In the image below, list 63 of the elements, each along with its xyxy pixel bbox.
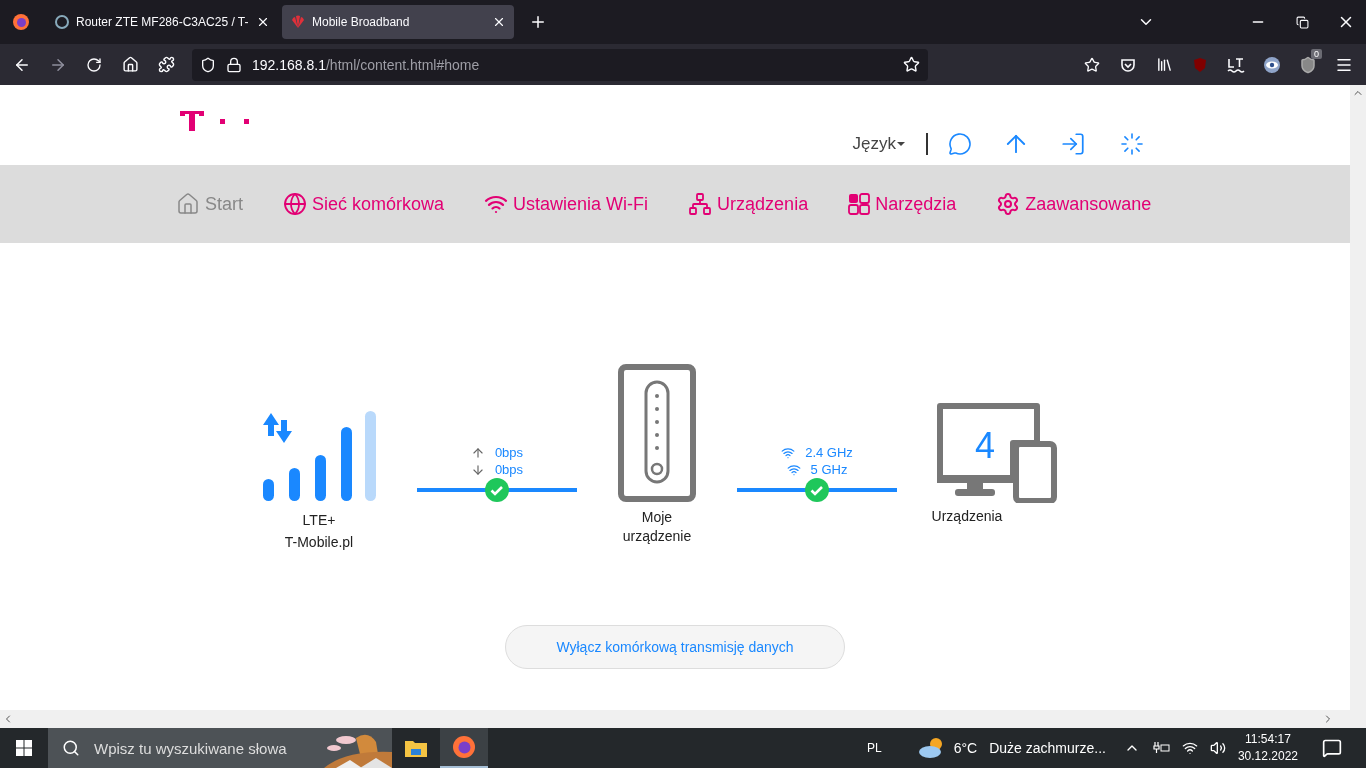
wifi-icon xyxy=(781,445,796,460)
operator-name: T-Mobile.pl xyxy=(284,533,354,552)
language-dropdown[interactable]: Język xyxy=(852,134,906,154)
temperature: 6°C xyxy=(953,740,978,756)
address-bar[interactable]: 192.168.8.1/html/content.html#home xyxy=(192,48,928,81)
notifications-icon[interactable] xyxy=(1322,738,1342,758)
firefox-button[interactable] xyxy=(440,728,488,768)
network-icon xyxy=(688,192,713,216)
settings-icon xyxy=(996,192,1021,216)
caret-icon[interactable] xyxy=(896,141,906,147)
signal-icon xyxy=(261,411,377,501)
logout-icon[interactable] xyxy=(1060,131,1086,157)
grid-icon xyxy=(848,193,871,215)
insecure-lock-icon[interactable] xyxy=(226,56,242,73)
loading-icon[interactable] xyxy=(1120,132,1144,156)
upload-rate: 0bps xyxy=(494,445,524,460)
weather-text: Duże zachmurze... xyxy=(989,740,1106,756)
check-icon xyxy=(805,478,829,502)
wifi-band-label: 2.4 GHz xyxy=(805,445,853,460)
message-icon[interactable] xyxy=(948,132,972,156)
input-language[interactable]: PL xyxy=(867,741,882,755)
flower-icon xyxy=(290,14,306,30)
search-field[interactable]: Wpisz tu wyszukiwane słowa xyxy=(92,738,304,758)
bookmark-star-icon[interactable] xyxy=(903,56,920,73)
disable-data-button[interactable]: Wyłącz komórkową transmisję danych xyxy=(505,625,845,669)
home-icon xyxy=(176,192,200,216)
firefox-icon xyxy=(452,735,476,759)
router-icon xyxy=(618,364,696,502)
check-icon xyxy=(485,478,509,502)
vertical-scrollbar[interactable] xyxy=(1350,85,1366,728)
windows-icon xyxy=(16,740,32,756)
search-icon xyxy=(62,739,80,757)
clock[interactable]: 11:54:17 30.12.2022 xyxy=(1237,731,1298,765)
wifi-tray-icon[interactable] xyxy=(1181,740,1198,756)
shield-icon[interactable] xyxy=(200,56,216,73)
devices-icon xyxy=(937,403,1057,503)
browser-tab[interactable]: Router ZTE MF286-C3AC25 / T- xyxy=(46,5,278,39)
volume-icon[interactable] xyxy=(1209,740,1226,756)
nav-item[interactable]: Ustawienia Wi-Fi xyxy=(484,192,649,216)
url-text: 192.168.8.1/html/content.html#home xyxy=(252,56,480,73)
wifi-icon xyxy=(786,462,801,477)
close-icon[interactable] xyxy=(256,15,270,29)
download-rate: 0bps xyxy=(494,462,524,477)
nav-item[interactable]: Start xyxy=(176,192,243,216)
device-count: 4 xyxy=(974,425,996,467)
folder-icon xyxy=(405,739,427,757)
wifi-band-label: 5 GHz xyxy=(810,462,848,477)
counter-badge: 0 xyxy=(1311,48,1322,59)
close-icon[interactable] xyxy=(492,15,506,29)
search-bar[interactable]: Wpisz tu wyszukiwane słowa xyxy=(48,728,392,768)
logo-icon xyxy=(180,111,252,131)
nav-item[interactable]: Narzędzia xyxy=(848,193,957,215)
nav-item[interactable]: Sieć komórkowa xyxy=(283,192,445,216)
network-type: LTE+ xyxy=(302,511,336,530)
shield-counter-icon[interactable] xyxy=(1299,55,1317,74)
date: 30.12.2022 xyxy=(1237,748,1298,765)
battery-plug-icon[interactable] xyxy=(1151,741,1170,755)
nav-item[interactable]: Urządzenia xyxy=(688,192,809,216)
device-label: Moje urządzenie xyxy=(621,508,693,546)
devices-label: Urządzenia xyxy=(931,507,1003,526)
nav-item[interactable]: Zaawansowane xyxy=(996,192,1152,216)
time: 11:54:17 xyxy=(1245,731,1291,748)
browser-tab[interactable]: Mobile Broadband xyxy=(282,5,514,39)
